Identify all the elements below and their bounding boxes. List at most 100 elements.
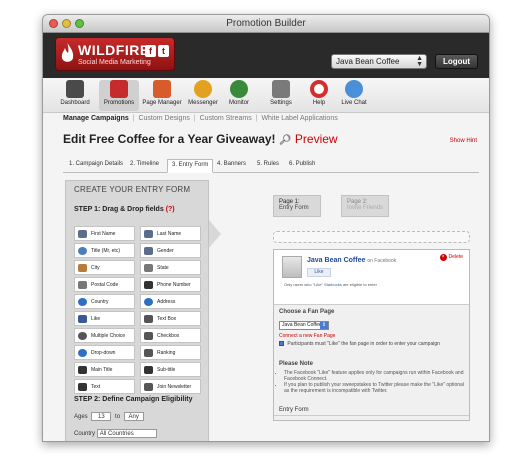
field-address[interactable]: Address <box>140 294 201 309</box>
on-facebook-label: on Facebook <box>367 258 397 264</box>
field-label: Country <box>91 299 109 305</box>
field-sub-title[interactable]: Sub-title <box>140 362 201 377</box>
field-label: Sub-title <box>157 367 176 373</box>
field-state[interactable]: State <box>140 260 201 275</box>
field-country[interactable]: Country <box>74 294 135 309</box>
field-main-title[interactable]: Main Title <box>74 362 135 377</box>
eligibility-note-link[interactable]: Starbucks <box>324 282 342 287</box>
field-label: Like <box>91 316 101 322</box>
facebook-icon: f <box>145 45 156 57</box>
field-first-name[interactable]: First Name <box>74 226 135 241</box>
field-text[interactable]: Text <box>74 379 135 394</box>
toolbar-promotions[interactable]: Promotions <box>99 80 139 111</box>
field-title[interactable]: Title (Mr, etc) <box>74 243 135 258</box>
newsletter-icon <box>144 383 153 391</box>
toolbar-monitor[interactable]: Monitor <box>219 80 259 106</box>
logout-button[interactable]: Logout <box>435 54 478 69</box>
create-entry-form-panel: CREATE YOUR ENTRY FORM STEP 1: Drag & Dr… <box>65 180 209 441</box>
field-text-box[interactable]: Text Box <box>140 311 201 326</box>
toolbar-page-manager[interactable]: Page Manager <box>142 80 182 106</box>
toolbar-settings[interactable]: Settings <box>261 80 301 106</box>
person-icon <box>78 230 87 238</box>
field-last-name[interactable]: Last Name <box>140 226 201 241</box>
age-from-select[interactable]: 13 <box>91 412 112 421</box>
subnav-manage-campaigns[interactable]: Manage Campaigns <box>63 115 129 122</box>
text-icon <box>78 383 87 391</box>
eligibility-note-suffix: are eligible to enter <box>341 282 377 287</box>
settings-icon <box>272 80 290 98</box>
page-heading: Edit Free Coffee for a Year Giveaway! 🔎︎… <box>63 132 338 146</box>
field-checkbox[interactable]: Checkbox <box>140 328 201 343</box>
speech-icon <box>78 247 87 255</box>
main-title-icon <box>78 366 87 374</box>
dropdown-icon <box>78 349 87 357</box>
tab-banners[interactable]: 4. Banners <box>217 161 246 167</box>
address-icon <box>144 298 153 306</box>
main-toolbar: Dashboard Promotions Page Manager Messen… <box>43 78 489 113</box>
messenger-icon <box>194 80 212 98</box>
sub-navigation: Manage Campaigns | Custom Designs | Cust… <box>63 115 338 122</box>
please-note-list: The Facebook "Like" feature applies only… <box>284 370 464 394</box>
country-select[interactable]: All Countries <box>96 429 157 438</box>
fan-page-select[interactable]: Java Bean Coffee ⇕ <box>279 321 329 330</box>
show-hint-link[interactable]: Show Hint <box>450 138 477 144</box>
subnav-custom-streams[interactable]: Custom Streams <box>200 115 252 122</box>
field-label: Phone Number <box>157 282 191 288</box>
field-label: Address <box>157 299 176 305</box>
tab-timeline[interactable]: 2. Timeline <box>130 161 159 167</box>
wildfire-logo[interactable]: WILDFIRE Social Media Marketing f t <box>55 37 175 71</box>
toolbar-live-chat[interactable]: Live Chat <box>334 80 374 106</box>
field-phone-number[interactable]: Phone Number <box>140 277 201 292</box>
must-like-checkbox[interactable] <box>279 341 284 347</box>
brand-name: WILDFIRE <box>78 42 150 58</box>
tab-rules[interactable]: 5. Rules <box>257 161 279 167</box>
field-label: Text <box>91 384 101 390</box>
field-join-newsletter[interactable]: Join Newsletter <box>140 379 201 394</box>
toolbar-dashboard[interactable]: Dashboard <box>55 80 95 106</box>
step-tabs: 1. Campaign Details 2. Timeline 3. Entry… <box>63 159 479 173</box>
field-drop-down[interactable]: Drop-down <box>74 345 135 360</box>
toolbar-label: Settings <box>270 100 292 106</box>
field-drop-zone[interactable] <box>273 231 470 243</box>
age-range-row: Ages 13 to Any <box>74 412 146 421</box>
facebook-like-button[interactable]: Like <box>307 268 331 277</box>
ranking-icon <box>144 349 153 357</box>
fan-page-name[interactable]: Java Bean Coffee on Facebook <box>307 257 396 264</box>
field-postal-code[interactable]: Postal Code <box>74 277 135 292</box>
field-label: Drop-down <box>91 350 116 356</box>
preview-link[interactable]: Preview <box>295 132 338 146</box>
must-like-option[interactable]: Participants must "Like" the fan page in… <box>279 341 440 347</box>
page-1-tab[interactable]: Page 1: Entry Form <box>273 195 321 217</box>
toolbar-label: Page Manager <box>142 100 182 106</box>
tab-campaign-details[interactable]: 1. Campaign Details <box>69 161 123 167</box>
magnifier-icon[interactable]: 🔎︎ <box>279 135 292 146</box>
city-icon <box>78 264 87 272</box>
step2-heading: STEP 2: Define Campaign Eligibility <box>74 396 193 403</box>
field-city[interactable]: City <box>74 260 135 275</box>
brand-tagline: Social Media Marketing <box>78 59 151 66</box>
account-select[interactable]: Java Bean Coffee ▲ ▼ <box>331 54 427 69</box>
age-to-select[interactable]: Any <box>123 412 144 421</box>
delete-widget-button[interactable]: × Delete <box>439 254 463 261</box>
step1-label: STEP 1: Drag & Drop fields <box>74 206 164 213</box>
tab-publish[interactable]: 6. Publish <box>289 161 315 167</box>
step1-help-link[interactable]: (?) <box>166 206 175 213</box>
field-gender[interactable]: Gender <box>140 243 201 258</box>
field-label: Join Newsletter <box>157 384 192 390</box>
subnav-divider: | <box>255 115 258 122</box>
subnav-white-label[interactable]: White Label Applications <box>261 115 337 122</box>
text-box-icon <box>144 315 153 323</box>
subnav-custom-designs[interactable]: Custom Designs <box>138 115 189 122</box>
connect-fan-page-link[interactable]: Connect a new Fan Page <box>279 333 335 339</box>
toolbar-help[interactable]: Help <box>299 80 339 106</box>
field-label: Postal Code <box>91 282 119 288</box>
toolbar-label: Live Chat <box>341 100 367 106</box>
field-ranking[interactable]: Ranking <box>140 345 201 360</box>
toolbar-messenger[interactable]: Messenger <box>183 80 223 106</box>
sub-title-icon <box>144 366 153 374</box>
field-multiple-choice[interactable]: Multiple Choice <box>74 328 135 343</box>
page-2-tab[interactable]: Page 2: Invite Friends <box>341 195 389 217</box>
field-like[interactable]: Like <box>74 311 135 326</box>
tab-entry-form[interactable]: 3. Entry Form <box>167 159 214 173</box>
account-select-value: Java Bean Coffee <box>336 57 400 66</box>
